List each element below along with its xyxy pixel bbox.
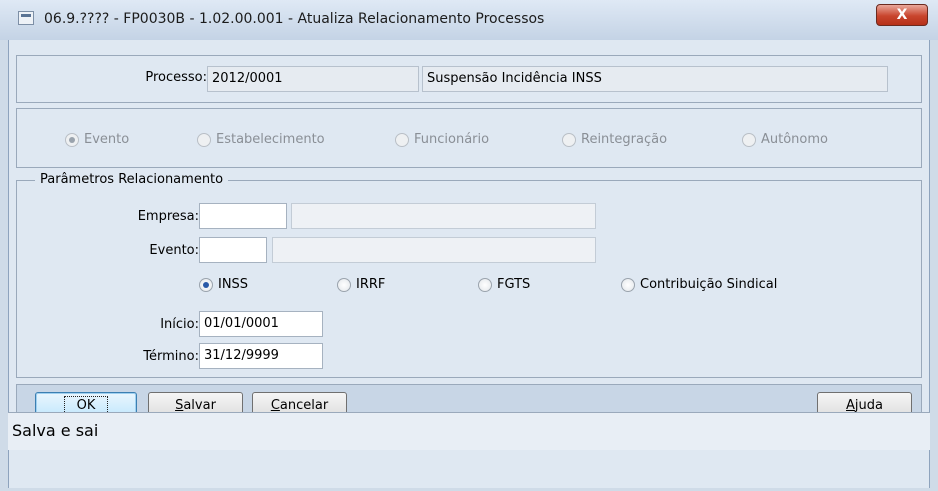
- radio-contribuicao-sindical-indicator: [621, 277, 635, 292]
- radio-estabelecimento-indicator: [197, 132, 211, 147]
- radio-reintegracao-label: Reintegração: [581, 132, 668, 147]
- radio-fgts-indicator: [478, 277, 492, 292]
- radio-autonomo-label: Autônomo: [761, 132, 828, 147]
- radio-irrf[interactable]: IRRF: [337, 277, 385, 292]
- radio-funcionario-indicator: [395, 132, 409, 147]
- radio-inss-indicator: [199, 277, 213, 292]
- radio-estabelecimento[interactable]: Estabelecimento: [197, 132, 325, 147]
- cancelar-button-label: Cancelar: [270, 398, 329, 413]
- radio-funcionario[interactable]: Funcionário: [395, 132, 489, 147]
- empresa-code-input[interactable]: [199, 203, 287, 229]
- radio-evento-label: Evento: [84, 132, 130, 147]
- processo-panel: Processo: 2012/0001 Suspensão Incidência…: [16, 55, 922, 103]
- close-button[interactable]: X: [876, 4, 928, 26]
- evento-description-field: [272, 237, 596, 263]
- radio-irrf-label: IRRF: [356, 277, 386, 292]
- empresa-label: Empresa:: [137, 209, 199, 224]
- radio-fgts[interactable]: FGTS: [478, 277, 530, 292]
- inicio-label: Início:: [160, 317, 199, 332]
- radio-inss-label: INSS: [218, 277, 249, 292]
- radio-contribuicao-sindical[interactable]: Contribuição Sindical: [621, 277, 777, 292]
- radio-autonomo-indicator: [742, 132, 756, 147]
- radio-evento-indicator: [65, 132, 79, 147]
- processo-label: Processo:: [145, 70, 207, 85]
- processo-description-field: Suspensão Incidência INSS: [422, 66, 888, 92]
- close-icon: X: [896, 7, 908, 23]
- evento-code-input[interactable]: [199, 237, 267, 263]
- inicio-date-input[interactable]: 01/01/0001: [199, 311, 323, 337]
- app-icon: [18, 11, 34, 25]
- radio-evento[interactable]: Evento: [65, 132, 129, 147]
- termino-label: Término:: [143, 349, 199, 364]
- title-bar[interactable]: 06.9.???? - FP0030B - 1.02.00.001 - Atua…: [0, 0, 938, 40]
- salvar-button-label: Salvar: [175, 398, 216, 413]
- status-bar: Salva e sai: [8, 412, 930, 450]
- dialog-window: 06.9.???? - FP0030B - 1.02.00.001 - Atua…: [0, 0, 938, 491]
- radio-contribuicao-sindical-label: Contribuição Sindical: [640, 277, 778, 292]
- radio-inss[interactable]: INSS: [199, 277, 248, 292]
- evento-label: Evento:: [149, 243, 199, 258]
- radio-reintegracao-indicator: [562, 132, 576, 147]
- termino-date-input[interactable]: 31/12/9999: [199, 343, 323, 369]
- window-title: 06.9.???? - FP0030B - 1.02.00.001 - Atua…: [44, 11, 545, 27]
- radio-fgts-label: FGTS: [497, 277, 531, 292]
- radio-reintegracao[interactable]: Reintegração: [562, 132, 667, 147]
- ajuda-button-label: Ajuda: [846, 398, 883, 413]
- tipo-panel: Evento Estabelecimento Funcionário Reint…: [16, 108, 922, 168]
- radio-funcionario-label: Funcionário: [414, 132, 490, 147]
- radio-autonomo[interactable]: Autônomo: [742, 132, 828, 147]
- radio-estabelecimento-label: Estabelecimento: [216, 132, 325, 147]
- radio-irrf-indicator: [337, 277, 351, 292]
- empresa-description-field: [291, 203, 596, 229]
- processo-code-field[interactable]: 2012/0001: [207, 66, 419, 92]
- parametros-title: Parâmetros Relacionamento: [35, 172, 229, 187]
- status-text: Salva e sai: [12, 421, 99, 440]
